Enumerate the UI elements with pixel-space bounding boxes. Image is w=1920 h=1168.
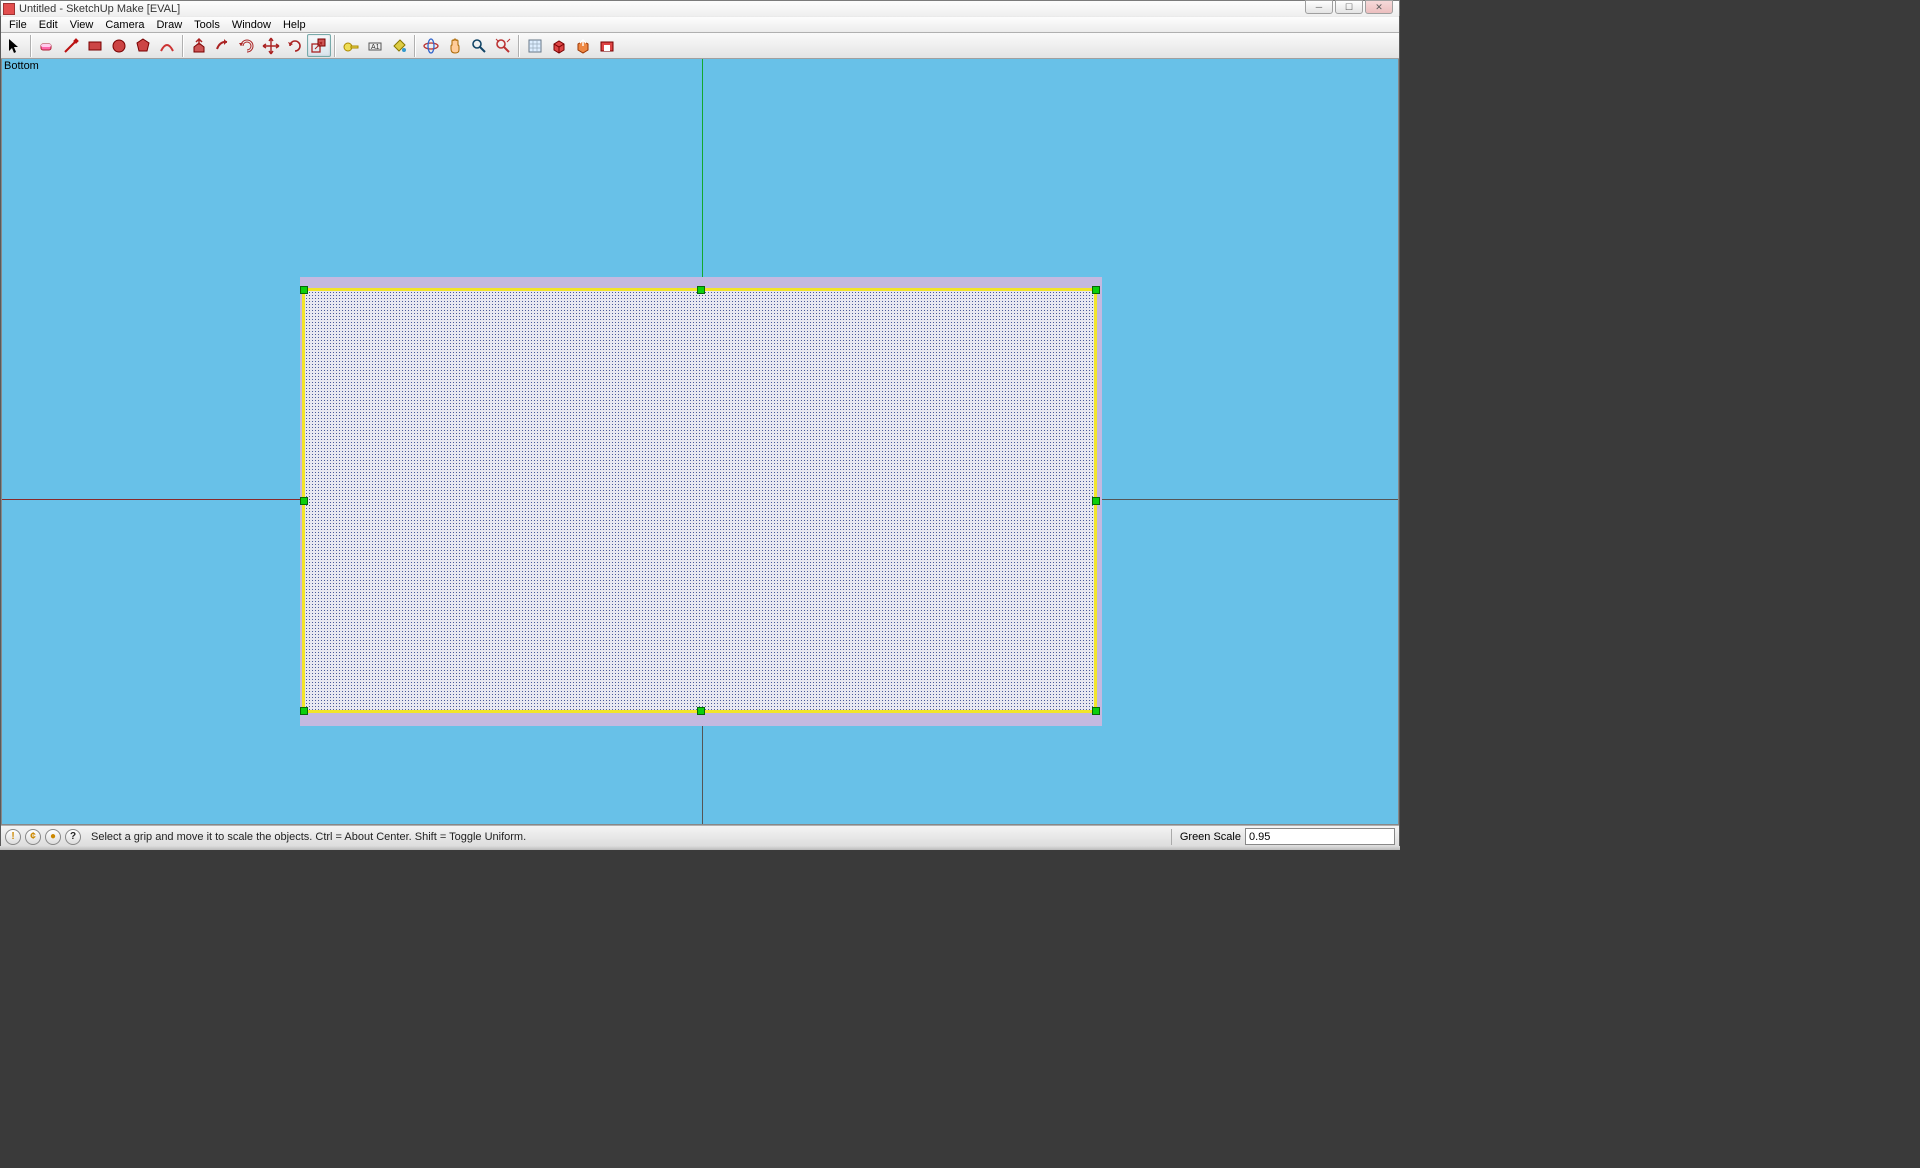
pushpull-tool[interactable] bbox=[187, 34, 211, 57]
menu-camera[interactable]: Camera bbox=[99, 18, 150, 32]
status-hint: Select a grip and move it to scale the o… bbox=[91, 831, 526, 843]
main-toolbar: A1 bbox=[1, 33, 1399, 59]
scale-grip-tl[interactable] bbox=[300, 286, 308, 294]
menu-help[interactable]: Help bbox=[277, 18, 312, 32]
arc-tool[interactable] bbox=[155, 34, 179, 57]
status-bar: ! ¢ ● ? Select a grip and move it to sca… bbox=[1, 825, 1399, 847]
pan-tool[interactable] bbox=[443, 34, 467, 57]
desktop: Untitled - SketchUp Make [EVAL] ─ ☐ ✕ Fi… bbox=[0, 0, 1400, 850]
scale-grip-ml[interactable] bbox=[300, 497, 308, 505]
scale-grip-br[interactable] bbox=[1092, 707, 1100, 715]
offset-tool[interactable] bbox=[235, 34, 259, 57]
followme-tool[interactable] bbox=[211, 34, 235, 57]
vcb-input[interactable] bbox=[1245, 828, 1395, 845]
view-label: Bottom bbox=[4, 60, 39, 72]
window-title: Untitled - SketchUp Make [EVAL] bbox=[19, 3, 180, 15]
selected-face[interactable] bbox=[302, 288, 1097, 713]
scale-tool[interactable] bbox=[307, 34, 331, 57]
close-button[interactable]: ✕ bbox=[1365, 0, 1393, 14]
model-viewport[interactable]: Bottom bbox=[1, 59, 1399, 825]
polygon-tool[interactable] bbox=[131, 34, 155, 57]
scale-grip-bl[interactable] bbox=[300, 707, 308, 715]
signin-status-icon[interactable]: ● bbox=[45, 829, 61, 845]
orbit-tool[interactable] bbox=[419, 34, 443, 57]
app-icon bbox=[3, 3, 15, 15]
window-controls: ─ ☐ ✕ bbox=[1305, 0, 1393, 14]
zoom-extents-tool[interactable] bbox=[491, 34, 515, 57]
vcb-label: Green Scale bbox=[1176, 831, 1245, 843]
select-tool[interactable] bbox=[3, 34, 27, 57]
get-models-tool[interactable] bbox=[547, 34, 571, 57]
menu-edit[interactable]: Edit bbox=[33, 18, 64, 32]
zoom-tool[interactable] bbox=[467, 34, 491, 57]
paint-bucket-tool[interactable] bbox=[387, 34, 411, 57]
line-tool[interactable] bbox=[59, 34, 83, 57]
os-taskbar[interactable] bbox=[0, 846, 1400, 850]
menu-file[interactable]: File bbox=[3, 18, 33, 32]
circle-tool[interactable] bbox=[107, 34, 131, 57]
help-status-icon[interactable]: ? bbox=[65, 829, 81, 845]
rectangle-tool[interactable] bbox=[83, 34, 107, 57]
menu-bar: File Edit View Camera Draw Tools Window … bbox=[1, 17, 1399, 33]
geolocate-status-icon[interactable]: ! bbox=[5, 829, 21, 845]
maximize-button[interactable]: ☐ bbox=[1335, 0, 1363, 14]
menu-window[interactable]: Window bbox=[226, 18, 277, 32]
add-location-tool[interactable] bbox=[523, 34, 547, 57]
tape-measure-tool[interactable] bbox=[339, 34, 363, 57]
scale-grip-bm[interactable] bbox=[697, 707, 705, 715]
share-model-tool[interactable] bbox=[571, 34, 595, 57]
scale-grip-tr[interactable] bbox=[1092, 286, 1100, 294]
eraser-tool[interactable] bbox=[35, 34, 59, 57]
menu-draw[interactable]: Draw bbox=[150, 18, 188, 32]
credits-status-icon[interactable]: ¢ bbox=[25, 829, 41, 845]
menu-view[interactable]: View bbox=[64, 18, 100, 32]
scale-grip-mr[interactable] bbox=[1092, 497, 1100, 505]
app-window: Untitled - SketchUp Make [EVAL] ─ ☐ ✕ Fi… bbox=[0, 0, 1400, 848]
title-bar[interactable]: Untitled - SketchUp Make [EVAL] bbox=[1, 1, 1399, 17]
svg-text:A1: A1 bbox=[371, 44, 380, 51]
dimension-tool[interactable]: A1 bbox=[363, 34, 387, 57]
minimize-button[interactable]: ─ bbox=[1305, 0, 1333, 14]
rotate-tool[interactable] bbox=[283, 34, 307, 57]
extension-warehouse-tool[interactable] bbox=[595, 34, 619, 57]
move-tool[interactable] bbox=[259, 34, 283, 57]
menu-tools[interactable]: Tools bbox=[188, 18, 226, 32]
scale-grip-tm[interactable] bbox=[697, 286, 705, 294]
